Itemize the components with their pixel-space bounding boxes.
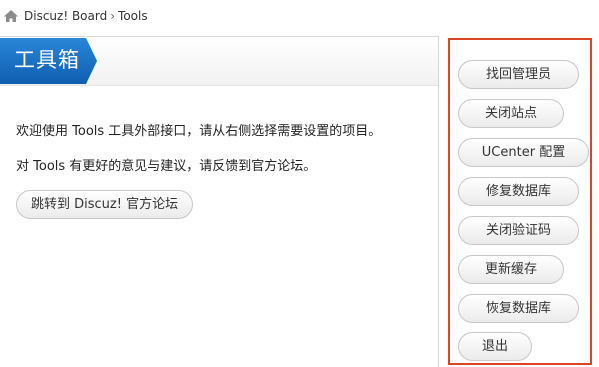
feedback-text: 对 Tools 有更好的意见与建议，请反馈到官方论坛。 (16, 159, 317, 174)
update-cache-button[interactable]: 更新缓存 (458, 255, 564, 284)
recover-admin-button[interactable]: 找回管理员 (458, 60, 579, 89)
breadcrumb-current: Tools (118, 9, 148, 23)
page-title: 工具箱 (14, 48, 80, 72)
tools-page: Discuz! Board › Tools 工具箱 欢迎使用 Tools 工具外… (0, 0, 599, 367)
intro-text: 欢迎使用 Tools 工具外部接口，请从右侧选择需要设置的项目。 (16, 124, 382, 139)
breadcrumb-site-link[interactable]: Discuz! Board (24, 9, 107, 23)
jump-to-forum-button[interactable]: 跳转到 Discuz! 官方论坛 (16, 190, 194, 219)
sidebar-divider (438, 36, 439, 367)
home-icon[interactable] (3, 9, 19, 23)
content-area: 欢迎使用 Tools 工具外部接口，请从右侧选择需要设置的项目。 对 Tools… (16, 123, 426, 219)
breadcrumb: Discuz! Board › Tools (3, 8, 148, 24)
breadcrumb-separator: › (110, 9, 116, 23)
page-title-tab: 工具箱 (0, 38, 98, 84)
close-captcha-button[interactable]: 关闭验证码 (458, 216, 579, 245)
exit-button[interactable]: 退出 (458, 332, 532, 361)
main-panel: 工具箱 欢迎使用 Tools 工具外部接口，请从右侧选择需要设置的项目。 对 T… (0, 36, 438, 367)
ucenter-config-button[interactable]: UCenter 配置 (458, 138, 589, 167)
title-bar: 工具箱 (0, 37, 438, 86)
tools-sidebar: 找回管理员 关闭站点 UCenter 配置 修复数据库 关闭验证码 更新缓存 恢… (448, 38, 592, 365)
close-site-button[interactable]: 关闭站点 (458, 99, 564, 128)
repair-database-button[interactable]: 修复数据库 (458, 177, 579, 206)
restore-database-button[interactable]: 恢复数据库 (458, 294, 579, 323)
